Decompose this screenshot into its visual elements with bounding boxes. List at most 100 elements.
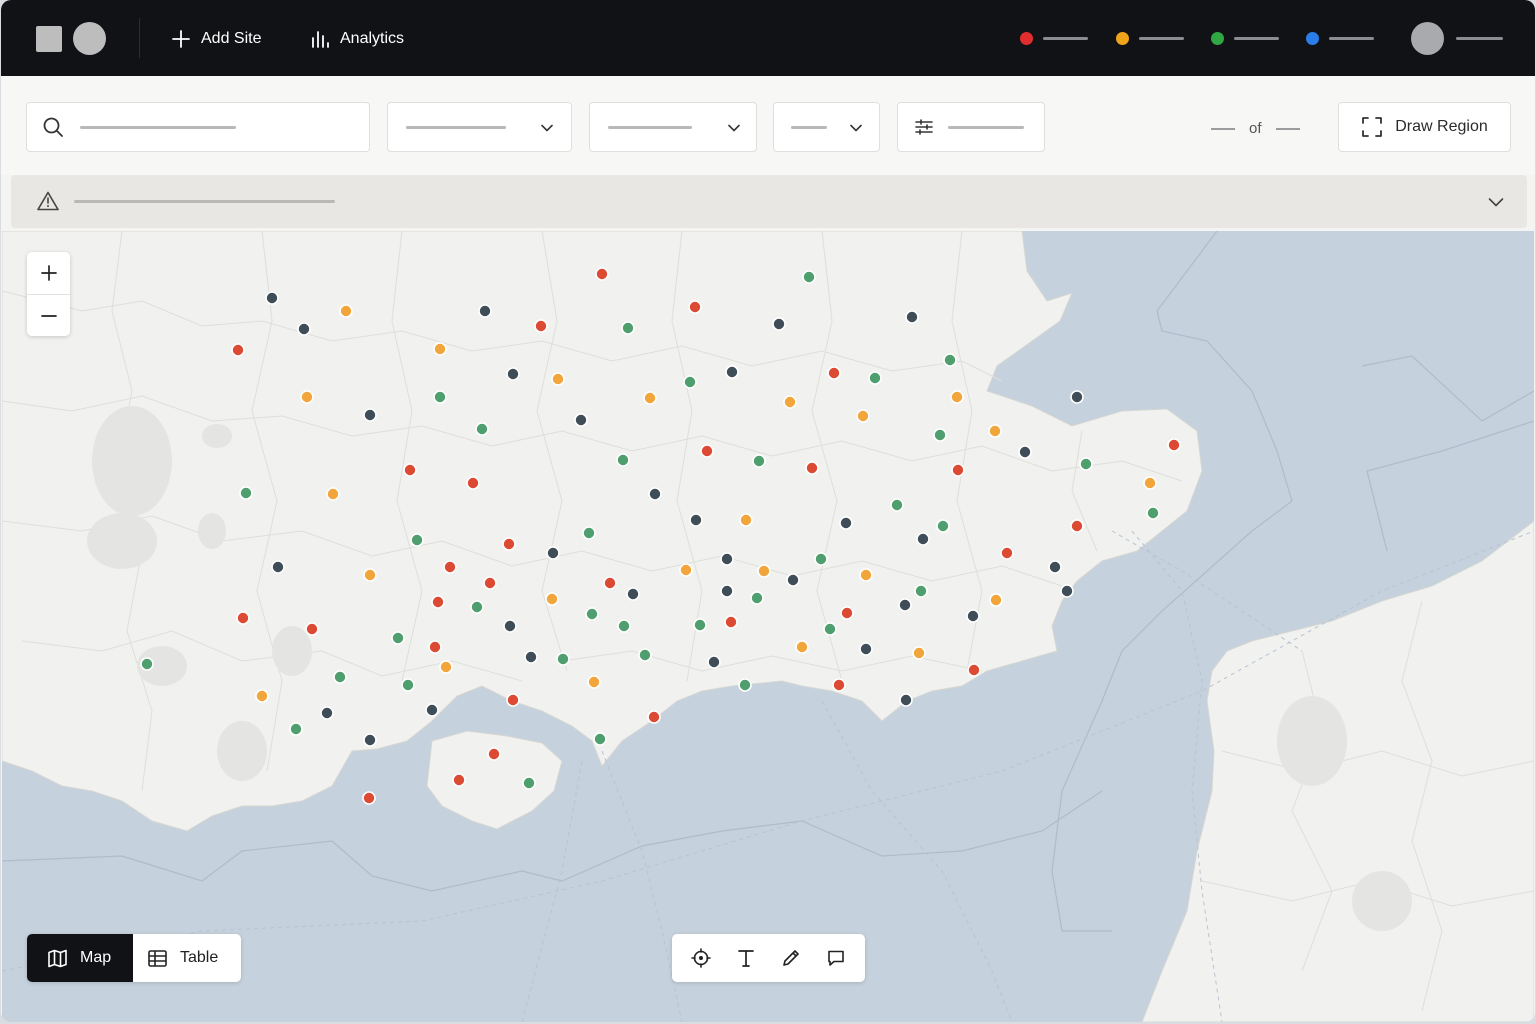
site-marker[interactable] <box>739 513 753 527</box>
site-marker[interactable] <box>255 689 269 703</box>
site-marker[interactable] <box>271 560 285 574</box>
site-marker[interactable] <box>720 584 734 598</box>
site-marker[interactable] <box>574 413 588 427</box>
site-marker[interactable] <box>617 619 631 633</box>
site-marker[interactable] <box>410 533 424 547</box>
site-marker[interactable] <box>503 619 517 633</box>
site-marker[interactable] <box>483 576 497 590</box>
site-marker[interactable] <box>297 322 311 336</box>
site-marker[interactable] <box>478 304 492 318</box>
site-marker[interactable] <box>1070 519 1084 533</box>
site-marker[interactable] <box>859 642 873 656</box>
site-marker[interactable] <box>988 424 1002 438</box>
map-canvas[interactable] <box>2 231 1534 1022</box>
site-marker[interactable] <box>593 732 607 746</box>
search-input[interactable] <box>26 102 370 152</box>
site-marker[interactable] <box>391 631 405 645</box>
site-marker[interactable] <box>724 615 738 629</box>
site-marker[interactable] <box>428 640 442 654</box>
site-marker[interactable] <box>1167 438 1181 452</box>
site-marker[interactable] <box>840 606 854 620</box>
site-marker[interactable] <box>916 532 930 546</box>
site-marker[interactable] <box>320 706 334 720</box>
site-marker[interactable] <box>545 592 559 606</box>
avatar[interactable] <box>1411 22 1444 55</box>
site-marker[interactable] <box>236 611 250 625</box>
site-marker[interactable] <box>989 593 1003 607</box>
filter-dropdown-3[interactable] <box>773 102 880 152</box>
site-marker[interactable] <box>524 650 538 664</box>
site-marker[interactable] <box>943 353 957 367</box>
site-marker[interactable] <box>333 670 347 684</box>
advanced-filters-button[interactable] <box>897 102 1045 152</box>
site-marker[interactable] <box>433 342 447 356</box>
site-marker[interactable] <box>905 310 919 324</box>
site-marker[interactable] <box>470 600 484 614</box>
site-marker[interactable] <box>1048 560 1062 574</box>
site-marker[interactable] <box>487 747 501 761</box>
zoom-out-button[interactable] <box>27 295 70 336</box>
site-marker[interactable] <box>679 563 693 577</box>
site-marker[interactable] <box>401 678 415 692</box>
site-marker[interactable] <box>363 408 377 422</box>
site-marker[interactable] <box>898 598 912 612</box>
site-marker[interactable] <box>950 390 964 404</box>
site-marker[interactable] <box>1070 390 1084 404</box>
site-marker[interactable] <box>140 657 154 671</box>
site-marker[interactable] <box>546 546 560 560</box>
site-marker[interactable] <box>433 390 447 404</box>
site-marker[interactable] <box>305 622 319 636</box>
site-marker[interactable] <box>603 576 617 590</box>
site-marker[interactable] <box>534 319 548 333</box>
site-marker[interactable] <box>452 773 466 787</box>
site-marker[interactable] <box>1146 506 1160 520</box>
site-marker[interactable] <box>823 622 837 636</box>
site-marker[interactable] <box>890 498 904 512</box>
map-view-button[interactable]: Map <box>27 934 133 982</box>
site-marker[interactable] <box>506 367 520 381</box>
site-marker[interactable] <box>363 568 377 582</box>
site-marker[interactable] <box>805 461 819 475</box>
add-site-button[interactable]: Add Site <box>171 24 261 54</box>
site-marker[interactable] <box>585 607 599 621</box>
locate-button[interactable] <box>683 940 719 976</box>
site-marker[interactable] <box>839 516 853 530</box>
site-marker[interactable] <box>648 487 662 501</box>
site-marker[interactable] <box>912 646 926 660</box>
site-marker[interactable] <box>362 791 376 805</box>
table-view-button[interactable]: Table <box>133 934 241 982</box>
site-marker[interactable] <box>466 476 480 490</box>
site-marker[interactable] <box>326 487 340 501</box>
site-marker[interactable] <box>506 693 520 707</box>
site-marker[interactable] <box>551 372 565 386</box>
site-marker[interactable] <box>688 300 702 314</box>
site-marker[interactable] <box>647 710 661 724</box>
site-marker[interactable] <box>707 655 721 669</box>
site-marker[interactable] <box>725 365 739 379</box>
site-marker[interactable] <box>683 375 697 389</box>
map-svg[interactable] <box>2 231 1534 1022</box>
comment-tool-button[interactable] <box>818 940 854 976</box>
site-marker[interactable] <box>587 675 601 689</box>
site-marker[interactable] <box>859 568 873 582</box>
site-marker[interactable] <box>1079 457 1093 471</box>
site-marker[interactable] <box>643 391 657 405</box>
site-marker[interactable] <box>827 366 841 380</box>
site-marker[interactable] <box>556 652 570 666</box>
site-marker[interactable] <box>621 321 635 335</box>
zoom-in-button[interactable] <box>27 252 70 294</box>
site-marker[interactable] <box>752 454 766 468</box>
site-marker[interactable] <box>802 270 816 284</box>
site-marker[interactable] <box>265 291 279 305</box>
site-marker[interactable] <box>933 428 947 442</box>
site-marker[interactable] <box>425 703 439 717</box>
text-tool-button[interactable] <box>728 940 764 976</box>
site-marker[interactable] <box>363 733 377 747</box>
pencil-tool-button[interactable] <box>773 940 809 976</box>
site-marker[interactable] <box>720 552 734 566</box>
site-marker[interactable] <box>289 722 303 736</box>
site-marker[interactable] <box>738 678 752 692</box>
site-marker[interactable] <box>638 648 652 662</box>
filter-dropdown-2[interactable] <box>589 102 757 152</box>
site-marker[interactable] <box>693 618 707 632</box>
